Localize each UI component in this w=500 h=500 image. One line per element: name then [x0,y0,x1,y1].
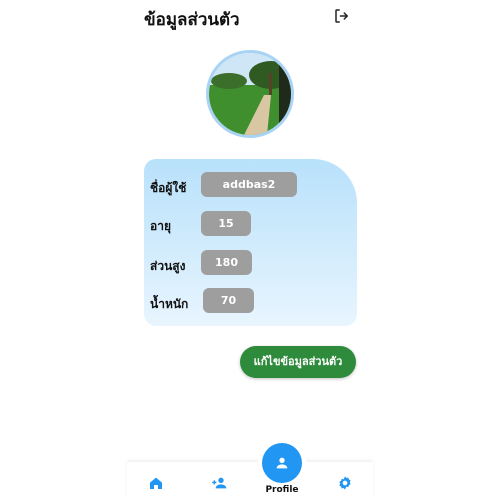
person-icon [276,457,288,469]
nav-profile-button[interactable] [262,443,302,483]
edit-profile-button[interactable]: แก้ไขข้อมูลส่วนตัว [240,346,356,378]
nav-home-button[interactable] [148,475,164,491]
nav-profile-label: Profile [265,485,299,495]
logout-button[interactable] [333,7,351,25]
profile-info-card: ชื่อผู้ใช้ addbas2 อายุ 15 ส่วนสูง 180 น… [144,159,357,326]
weight-label: น้ำหนัก [150,297,189,311]
add-person-icon [212,477,227,489]
weight-value: 70 [203,288,254,313]
age-value: 15 [201,211,251,236]
home-icon [150,477,162,489]
age-label: อายุ [150,219,171,233]
bottom-nav [127,462,373,500]
nav-add-friend-button[interactable] [211,475,227,491]
height-label: ส่วนสูง [150,259,186,273]
username-label: ชื่อผู้ใช้ [150,181,187,195]
gear-icon [339,476,351,490]
username-value: addbas2 [201,172,297,197]
profile-avatar [206,50,294,138]
height-value: 180 [201,250,252,275]
logout-icon [335,9,349,23]
nav-settings-button[interactable] [337,475,353,491]
page-title: ข้อมูลส่วนตัว [144,10,240,30]
